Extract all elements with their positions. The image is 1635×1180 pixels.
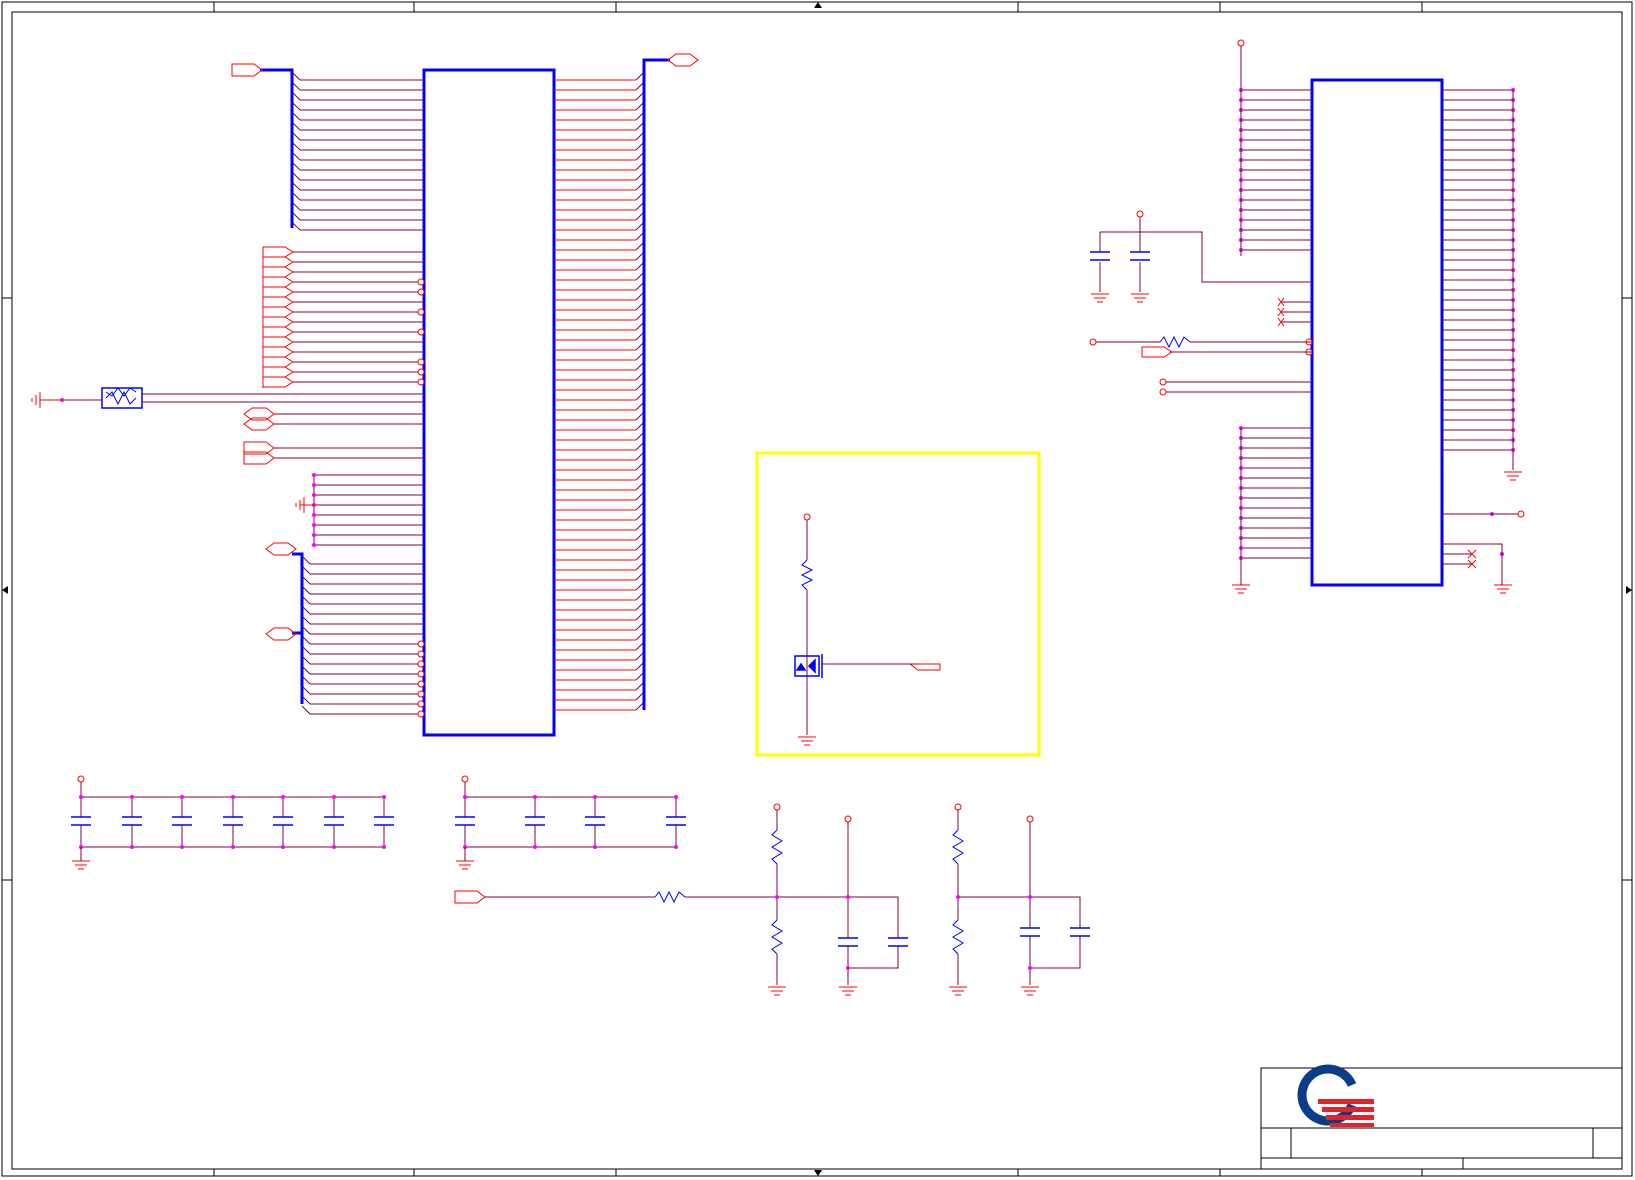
company-logo-icon (1297, 1064, 1374, 1127)
junction-dot (593, 845, 597, 849)
pin-open-marker (417, 690, 425, 698)
decoupling-cap-array-a (71, 775, 394, 870)
right-ic-misc-wires (1089, 210, 1525, 585)
junction-dot (312, 543, 316, 547)
junction-dot (332, 845, 336, 849)
port-connector-icon (262, 266, 294, 278)
port-connector-icon (262, 356, 294, 368)
fuse-icon (60, 387, 424, 409)
main-connector-left-ports (274, 413, 424, 459)
right-ic-left-pins (1239, 88, 1313, 560)
junction-dot (79, 795, 83, 799)
sheet-frame (1, 1, 1633, 1177)
port-connector-icon (262, 276, 294, 288)
junction-dot (312, 473, 316, 477)
junction-dot (312, 533, 316, 537)
junction-dot (281, 795, 285, 799)
bus-entry (301, 705, 311, 715)
port-connector-icon (262, 376, 294, 388)
port-connector-icon (262, 256, 294, 268)
port-connector-icon (262, 296, 294, 308)
port-connector-icon (262, 306, 294, 318)
junction-dots (775, 895, 1032, 970)
junction-dot (463, 795, 467, 799)
resistor-icon (1159, 335, 1191, 349)
junction-dot (281, 845, 285, 849)
mosfet-icon (794, 654, 823, 678)
junction-dot (312, 523, 316, 527)
pin-open-marker (417, 710, 425, 718)
junction-dot (130, 795, 134, 799)
ground-icon (31, 392, 62, 408)
junction-dot (382, 845, 386, 849)
rc-divider-network (454, 803, 1081, 985)
pin-open-marker (417, 358, 425, 366)
capacitor-icon (838, 927, 1090, 947)
ground-icon (798, 736, 816, 746)
main-connector-lower-bus (301, 555, 425, 718)
pin-open-marker (417, 640, 425, 648)
junction-dot (231, 845, 235, 849)
pin-open-marker (417, 368, 425, 376)
pin-open-marker (417, 670, 425, 678)
port-connector-icon (262, 286, 294, 298)
main-connector-ground-stubs (312, 473, 424, 547)
pin-open-marker (417, 378, 425, 386)
schematic-sheet (1, 1, 1633, 1177)
power-port (461, 775, 469, 783)
ground-icon (768, 986, 1039, 996)
junction-dot (231, 795, 235, 799)
pin-open-marker (417, 288, 425, 296)
junction-dot (130, 845, 134, 849)
mosfet-level-shift-circuit (755, 451, 1041, 757)
capacitor-icon (1090, 251, 1150, 261)
port-connector-icon (262, 346, 294, 358)
port-connector-icon (262, 316, 294, 328)
main-connector-right-bus (554, 71, 645, 711)
port-connector-icon (1141, 346, 1173, 358)
port-connector-icon (262, 326, 294, 338)
right-ic-right-pins (1442, 88, 1515, 556)
port-connector-icon (262, 246, 294, 258)
power-port (77, 775, 85, 783)
ground-icon (1091, 293, 1149, 303)
bus-bars (260, 58, 670, 710)
pin-open-marker (417, 308, 425, 316)
frame-center-markers (2, 2, 1632, 1176)
junction-dot (533, 795, 537, 799)
junction-dot (593, 795, 597, 799)
ground-icon (1232, 471, 1522, 594)
junction-dot (382, 795, 386, 799)
junction-dot (180, 845, 184, 849)
junction-dot (533, 845, 537, 849)
junction-dot (312, 513, 316, 517)
junction-dot (180, 795, 184, 799)
junction-dot (674, 795, 678, 799)
pin-open-marker (417, 680, 425, 688)
decoupling-cap-array-b (455, 775, 686, 870)
right-ic-symbol (1310, 78, 1444, 587)
junction-dot (674, 845, 678, 849)
junction-dot (312, 483, 316, 487)
main-connector-symbol (422, 68, 556, 737)
pin-open-marker (417, 328, 425, 336)
pin-open-marker (417, 700, 425, 708)
pin-open-marker (417, 660, 425, 668)
junction-dot (332, 795, 336, 799)
ground-icon (295, 497, 314, 513)
port-connector-icon (262, 366, 294, 378)
port-connector-icon (262, 336, 294, 348)
main-connector-left-bus (291, 71, 424, 231)
left-input-port-stack (262, 246, 425, 388)
pin-open-marker (417, 650, 425, 658)
right-ic-power-rail (1237, 39, 1514, 585)
pin-open-marker (417, 278, 425, 286)
junction-dot (312, 493, 316, 497)
